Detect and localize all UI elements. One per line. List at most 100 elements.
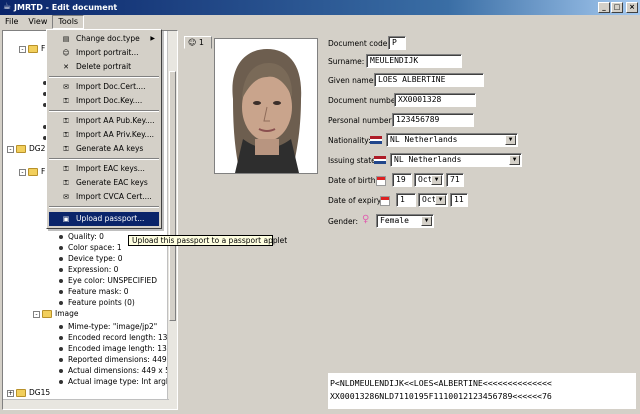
tree-horizontal-scrollbar[interactable] [3,399,169,409]
tree-leaf-device-type[interactable]: Device type: 0 [59,253,122,264]
calendar-icon[interactable] [376,176,386,186]
nl-flag-icon [370,136,382,144]
tree-node-folder[interactable]: -F [19,43,45,54]
close-button[interactable]: × [626,2,638,13]
bullet-icon [59,358,63,362]
tree-leaf-label: Actual image type: Int argb [68,377,171,386]
tree-leaf-quality[interactable]: Quality: 0 [59,231,104,242]
collapse-toggle-icon[interactable]: - [33,310,40,318]
expiry-month-select[interactable]: Oct ▼ [418,193,448,207]
bullet-icon [59,235,63,239]
portrait-photo [214,38,318,174]
document-code-label: Document code: [328,39,390,48]
menu-item-delete-portrait[interactable]: ✕ Delete portrait [49,60,159,74]
portrait-tab[interactable]: ☺ 1 [184,36,212,49]
menu-item-import-cvca-cert[interactable]: ✉ Import CVCA Cert.... [49,190,159,204]
expiry-day-field[interactable]: 1 [396,193,416,207]
menu-tools[interactable]: Tools [52,15,85,29]
given-names-field[interactable]: LOES ALBERTINE [374,73,484,87]
tree-leaf-actual-dimensions[interactable]: Actual dimensions: 449 x 598 [59,365,178,376]
tree-leaf-color-space[interactable]: Color space: 1 [59,242,122,253]
tree-leaf-feature-mask[interactable]: Feature mask: 0 [59,286,129,297]
passport-icon: ▣ [62,215,70,223]
collapse-toggle-icon[interactable]: - [19,168,26,176]
menu-item-change-doc-type[interactable]: ▤ Change doc.type ▶ [49,32,159,46]
document-code-field[interactable]: P [388,36,406,50]
document-number-field[interactable]: XX0001328 [394,93,476,107]
menu-view[interactable]: View [23,15,52,29]
expiry-year-field[interactable]: 11 [450,193,468,207]
nationality-label: Nationality: [328,136,371,145]
issuing-state-select[interactable]: NL Netherlands ▼ [390,153,522,167]
birth-day-field[interactable]: 19 [392,173,412,187]
tree-leaf-reported-dimensions[interactable]: Reported dimensions: 449 x [59,354,173,365]
tree-leaf-record-length[interactable]: Encoded record length: 1373 [59,332,177,343]
nl-flag-icon [374,156,386,164]
menu-item-generate-eac-keys[interactable]: ⚿ Generate EAC keys [49,176,159,190]
dropdown-arrow-icon[interactable]: ▼ [505,135,516,145]
tree-leaf-image-length[interactable]: Encoded image length: 1370 [59,343,176,354]
tree-node-label: DG15 [29,388,51,397]
tree-node-dg15[interactable]: + DG15 [7,387,50,398]
tree-node-label: DG2 [29,144,46,153]
tree-leaf-eye-color[interactable]: Eye color: UNSPECIFIED [59,275,157,286]
tree-vertical-scrollbar[interactable] [167,31,177,409]
tree-leaf-image-type[interactable]: Actual image type: Int argb [59,376,171,387]
menu-item-import-portrait[interactable]: ☺ Import portrait... [49,46,159,60]
folder-icon [16,145,26,153]
machine-readable-zone: P<NLDMEULENDIJK<<LOES<ALBERTINE<<<<<<<<<… [328,373,636,409]
bullet-icon [59,279,63,283]
menu-item-import-aa-priv-key[interactable]: ⚿ Import AA Priv.Key.... [49,128,159,142]
tree-leaf-label: Feature points (0) [68,298,135,307]
tree-node-folder[interactable]: -F [19,166,45,177]
collapse-toggle-icon[interactable]: - [19,45,26,53]
menu-separator [49,110,159,112]
window-title: JMRTD - Edit document [14,3,118,12]
date-of-expiry-label: Date of expiry: [328,196,384,205]
tree-node-label: Image [55,309,79,318]
dropdown-arrow-icon[interactable]: ▼ [421,216,432,226]
menu-item-upload-passport[interactable]: ▣ Upload passport... [49,212,159,226]
maximize-button[interactable]: □ [611,2,623,13]
birth-month-select[interactable]: Oct ▼ [414,173,444,187]
key-icon: ⚿ [63,131,69,139]
tree-leaf-mime-type[interactable]: Mime-type: "image/jp2" [59,321,157,332]
dropdown-arrow-icon[interactable]: ▼ [509,155,520,165]
expand-toggle-icon[interactable]: + [7,389,14,397]
menu-item-import-aa-pub-key[interactable]: ⚿ Import AA Pub.Key.... [49,114,159,128]
bullet-icon [59,325,63,329]
nationality-select[interactable]: NL Netherlands ▼ [386,133,518,147]
tree-leaf-feature-points[interactable]: Feature points (0) [59,297,135,308]
scroll-thumb[interactable] [169,71,176,321]
document-icon: ▤ [62,35,70,43]
title-bar[interactable]: ☕ JMRTD - Edit document _ □ × [0,0,640,15]
collapse-toggle-icon[interactable]: - [7,145,14,153]
dropdown-arrow-icon[interactable]: ▼ [435,195,446,205]
tree-node-image[interactable]: - Image [33,308,79,319]
tree-leaf-label: Actual dimensions: 449 x 598 [68,366,178,375]
submenu-arrow-icon: ▶ [150,35,155,42]
personal-number-field[interactable]: 123456789 [392,113,474,127]
menu-item-import-doc-cert[interactable]: ✉ Import Doc.Cert.... [49,80,159,94]
minimize-button[interactable]: _ [598,2,610,13]
menu-item-import-eac-keys[interactable]: ⚿ Import EAC keys... [49,162,159,176]
surname-field[interactable]: MEULENDIJK [366,54,462,68]
folder-icon [16,389,26,397]
bullet-icon [59,380,63,384]
dropdown-arrow-icon[interactable]: ▼ [431,175,442,185]
tree-node-dg2[interactable]: - DG2 [7,143,45,154]
tree-leaf-label: Encoded image length: 1370 [68,344,177,353]
app-window: ☕ JMRTD - Edit document _ □ × File View … [0,0,640,414]
gender-select[interactable]: Female ▼ [376,214,434,228]
menu-item-import-doc-key[interactable]: ⚿ Import Doc.Key.... [49,94,159,108]
mrz-line-2: XX00013286NLD7110195F1110012123456789<<<… [330,391,552,401]
delete-icon: ✕ [63,63,69,71]
calendar-icon[interactable] [380,196,390,206]
tree-leaf-expression[interactable]: Expression: 0 [59,264,118,275]
menu-file[interactable]: File [0,15,23,29]
birth-year-field[interactable]: 71 [446,173,464,187]
tree-node-label: F [41,167,46,176]
tree-leaf-label: Feature mask: 0 [68,287,129,296]
menu-item-generate-aa-keys[interactable]: ⚿ Generate AA keys [49,142,159,156]
portrait-icon: ☺ [62,49,70,57]
